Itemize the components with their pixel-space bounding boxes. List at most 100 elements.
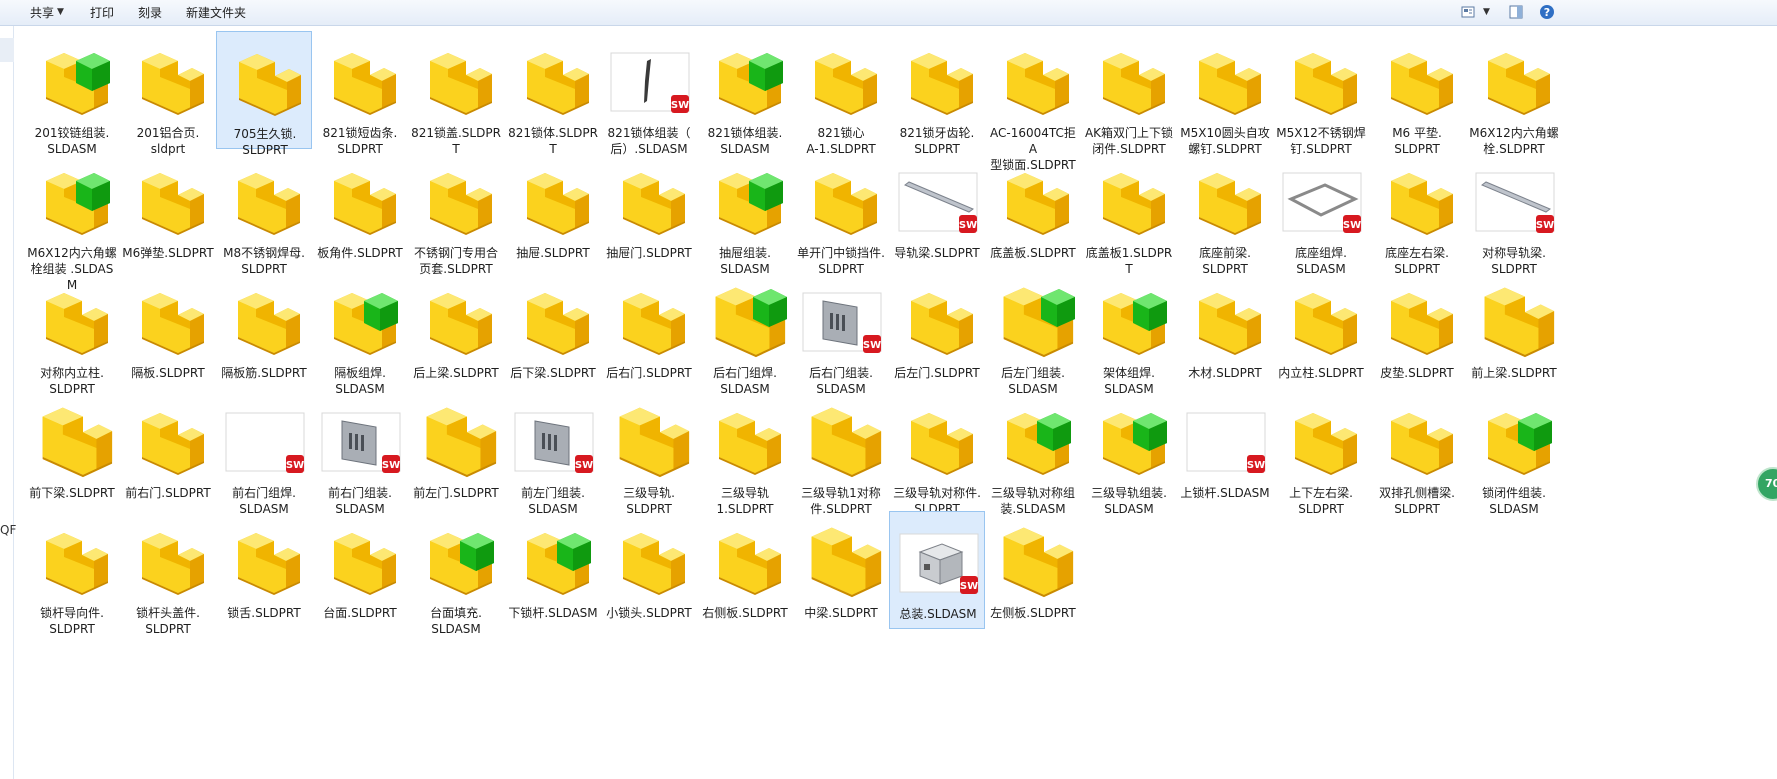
change-view-icon[interactable] <box>1460 4 1476 20</box>
file-item[interactable]: 板角件.SLDPRT <box>312 151 408 269</box>
file-item[interactable]: 三级导轨对称件. SLDPRT <box>889 391 985 516</box>
file-item[interactable]: 锁闭件组装. SLDASM <box>1466 391 1562 516</box>
file-item[interactable]: 821锁盖.SLDPRT <box>408 31 504 156</box>
part-icon <box>527 173 589 235</box>
file-item[interactable]: 锁杆头盖件. SLDPRT <box>120 511 216 636</box>
file-item[interactable]: 后左门组装. SLDASM <box>985 271 1081 396</box>
file-item[interactable]: 201铝合页. sldprt <box>120 31 216 156</box>
file-item[interactable]: 架体组焊. SLDASM <box>1081 271 1177 396</box>
file-item[interactable]: 台面填充. SLDASM <box>408 511 504 636</box>
file-item[interactable]: 左侧板.SLDPRT <box>985 511 1081 629</box>
file-item[interactable]: 底盖板.SLDPRT <box>985 151 1081 269</box>
file-item[interactable]: 201铰链组装. SLDASM <box>24 31 120 156</box>
file-name-label: 前下梁.SLDPRT <box>29 486 115 500</box>
file-item[interactable]: 抽屉.SLDPRT <box>505 151 601 269</box>
file-item[interactable]: 三级导轨. SLDPRT <box>601 391 697 516</box>
file-item[interactable]: 木材.SLDPRT <box>1177 271 1273 389</box>
file-item[interactable]: M6X12内六角螺 栓组装 .SLDASM <box>24 151 120 292</box>
file-item[interactable]: SW 导轨梁.SLDPRT <box>889 151 985 269</box>
file-item[interactable]: SW 总装.SLDASM <box>889 511 985 629</box>
file-name-label: 总装.SLDASM <box>899 607 977 621</box>
file-item[interactable]: 821锁短齿条. SLDPRT <box>312 31 408 156</box>
file-item[interactable]: 821锁体组装. SLDASM <box>697 31 793 156</box>
help-icon[interactable]: ? <box>1539 4 1555 20</box>
file-item[interactable]: AK箱双门上下锁 闭件.SLDPRT <box>1081 31 1177 156</box>
file-item[interactable]: 821锁体.SLDPRT <box>505 31 601 156</box>
file-item[interactable]: 后下梁.SLDPRT <box>505 271 601 389</box>
file-item[interactable]: 抽屉组装. SLDASM <box>697 151 793 276</box>
file-item[interactable]: 不锈钢门专用合 页套.SLDPRT <box>408 151 504 276</box>
file-item[interactable]: 三级导轨组装. SLDASM <box>1081 391 1177 516</box>
file-item[interactable]: 705生久锁. SLDPRT <box>216 31 312 157</box>
file-item[interactable]: 后右门组焊. SLDASM <box>697 271 793 396</box>
file-item[interactable]: 后左门.SLDPRT <box>889 271 985 389</box>
burn-button[interactable]: 刻录 <box>138 5 162 21</box>
file-item[interactable]: 821锁心 A-1.SLDPRT <box>793 31 889 156</box>
part-icon <box>430 293 492 355</box>
preview-pane-icon[interactable] <box>1508 4 1524 20</box>
part-icon <box>334 173 396 235</box>
file-item[interactable]: 底座左右梁. SLDPRT <box>1369 151 1465 276</box>
file-item[interactable]: SW 821锁体组装（ 后）.SLDASM <box>601 31 697 156</box>
file-item[interactable]: 底座前梁. SLDPRT <box>1177 151 1273 276</box>
share-menu[interactable]: 共享 <box>30 5 54 21</box>
file-item[interactable]: M6X12内六角螺 栓.SLDPRT <box>1466 31 1562 156</box>
thumb-latch-icon: SW <box>610 52 690 113</box>
file-item[interactable]: M5X10圆头自攻 螺钉.SLDPRT <box>1177 31 1273 156</box>
new-folder-button[interactable]: 新建文件夹 <box>186 5 246 21</box>
file-item[interactable]: 前右门.SLDPRT <box>120 391 216 509</box>
file-item[interactable]: SW 对称导轨梁. SLDPRT <box>1466 151 1562 276</box>
file-item[interactable]: SW 前左门组装. SLDASM <box>505 391 601 516</box>
file-item[interactable]: 三级导轨 1.SLDPRT <box>697 391 793 516</box>
file-item[interactable]: 内立柱.SLDPRT <box>1273 271 1369 389</box>
file-item[interactable]: 三级导轨对称组 装.SLDASM <box>985 391 1081 516</box>
file-item[interactable]: 前左门.SLDPRT <box>408 391 504 509</box>
file-item[interactable]: M6 平垫. SLDPRT <box>1369 31 1465 156</box>
svg-text:SW: SW <box>286 460 304 471</box>
notification-badge[interactable]: 70 <box>1756 467 1777 501</box>
file-item[interactable]: 底盖板1.SLDPRT <box>1081 151 1177 276</box>
file-item[interactable]: 中梁.SLDPRT <box>793 511 889 629</box>
thumb-rail-icon: SW <box>898 172 978 233</box>
svg-text:SW: SW <box>671 100 689 111</box>
file-item[interactable]: 锁杆导向件. SLDPRT <box>24 511 120 636</box>
file-item[interactable]: 隔板筋.SLDPRT <box>216 271 312 389</box>
svg-text:SW: SW <box>1343 220 1361 231</box>
file-item[interactable]: 隔板.SLDPRT <box>120 271 216 389</box>
file-name-label: 前右门.SLDPRT <box>125 486 211 500</box>
file-item[interactable]: 上下左右梁. SLDPRT <box>1273 391 1369 516</box>
file-item[interactable]: SW 前右门组焊. SLDASM <box>216 391 312 516</box>
file-item[interactable]: 抽屉门.SLDPRT <box>601 151 697 269</box>
file-item[interactable]: 双排孔侧槽梁. SLDPRT <box>1369 391 1465 516</box>
file-item[interactable]: 后上梁.SLDPRT <box>408 271 504 389</box>
file-item[interactable]: AC-16004TC拒A 型锁面.SLDPRT <box>985 31 1081 172</box>
file-item[interactable]: 台面.SLDPRT <box>312 511 408 629</box>
file-item[interactable]: 前上梁.SLDPRT <box>1466 271 1562 389</box>
file-item[interactable]: M5X12不锈钢焊 钉.SLDPRT <box>1273 31 1369 156</box>
chevron-down-icon[interactable]: ▼ <box>57 7 64 17</box>
svg-text:SW: SW <box>863 340 881 351</box>
file-item[interactable]: 前下梁.SLDPRT <box>24 391 120 509</box>
file-item[interactable]: SW 上锁杆.SLDASM <box>1177 391 1273 509</box>
file-item[interactable]: 821锁牙齿轮. SLDPRT <box>889 31 985 156</box>
file-item[interactable]: 单开门中锁挡件. SLDPRT <box>793 151 889 276</box>
file-item[interactable]: SW 前右门组装. SLDASM <box>312 391 408 516</box>
file-item[interactable]: 右侧板.SLDPRT <box>697 511 793 629</box>
file-item[interactable]: 对称内立柱. SLDPRT <box>24 271 120 396</box>
file-item[interactable]: SW 底座组焊. SLDASM <box>1273 151 1369 276</box>
part-icon <box>239 54 301 116</box>
file-item[interactable]: M8不锈钢焊母. SLDPRT <box>216 151 312 276</box>
file-item[interactable]: SW 后右门组装. SLDASM <box>793 271 889 396</box>
file-item[interactable]: 隔板组焊. SLDASM <box>312 271 408 396</box>
file-item[interactable]: 皮垫.SLDPRT <box>1369 271 1465 389</box>
print-button[interactable]: 打印 <box>90 5 114 21</box>
part-icon <box>1199 293 1261 355</box>
file-item[interactable]: 锁舌.SLDPRT <box>216 511 312 629</box>
file-item[interactable]: 三级导轨1对称 件.SLDPRT <box>793 391 889 516</box>
file-item[interactable]: 后右门.SLDPRT <box>601 271 697 389</box>
view-options-chevron-icon[interactable]: ▼ <box>1483 7 1490 17</box>
file-item[interactable]: 下锁杆.SLDASM <box>505 511 601 629</box>
file-item[interactable]: M6弹垫.SLDPRT <box>120 151 216 269</box>
file-item[interactable]: 小锁头.SLDPRT <box>601 511 697 629</box>
assembly-green-cube-icon <box>430 533 494 595</box>
